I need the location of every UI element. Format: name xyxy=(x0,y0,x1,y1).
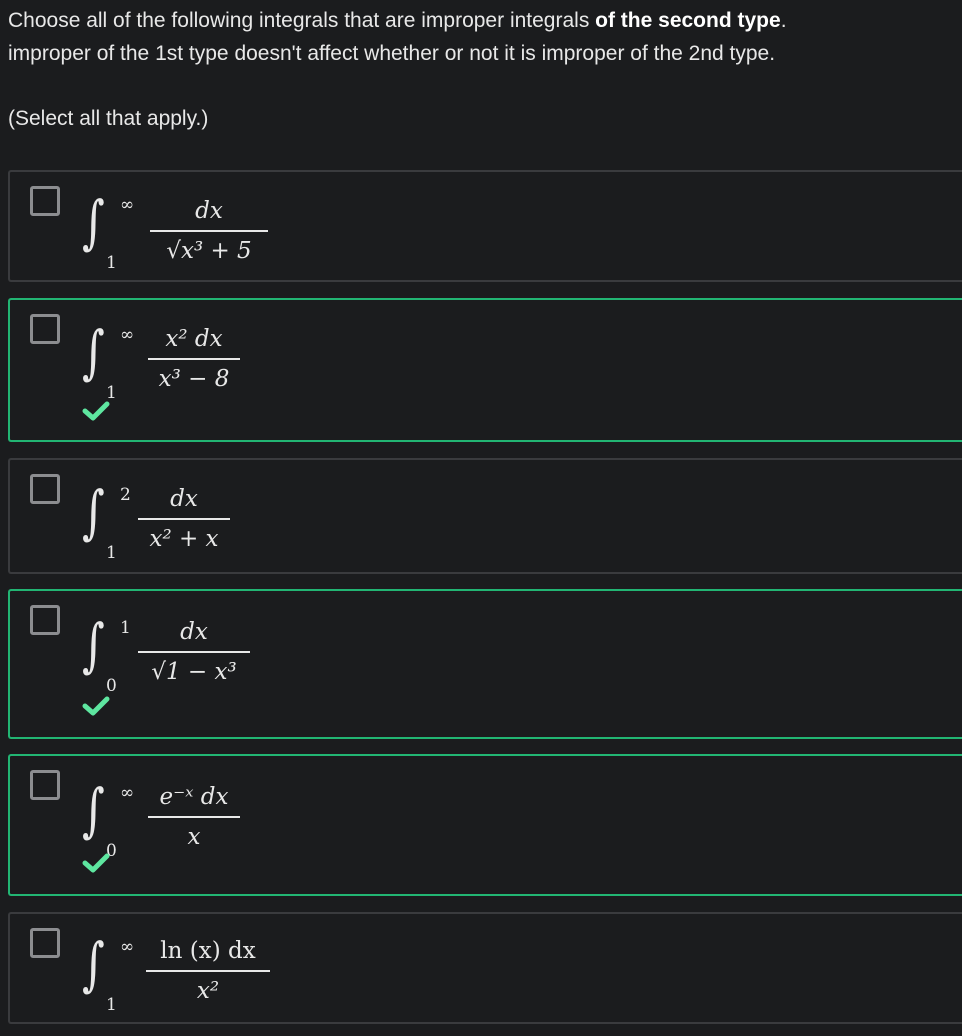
integral-expression: ∫ ∞ 0 e⁻ˣ dx x xyxy=(82,770,342,860)
answer-option-1[interactable]: ∫ ∞ 1 dx √x³ + 5 xyxy=(8,170,962,282)
upper-limit: 2 xyxy=(120,485,131,505)
upper-limit: 1 xyxy=(120,618,131,638)
fraction: dx √1 − x³ xyxy=(138,617,250,687)
lower-limit: 1 xyxy=(106,253,117,273)
numerator: e⁻ˣ dx xyxy=(159,784,229,810)
integral-sign-icon: ∫ xyxy=(82,930,105,998)
upper-limit: ∞ xyxy=(120,783,135,803)
upper-limit: ∞ xyxy=(120,937,135,957)
denominator: √1 − x³ xyxy=(151,659,237,685)
option-checkbox[interactable] xyxy=(30,314,60,344)
integral-sign-icon: ∫ xyxy=(82,188,105,256)
answer-option-5[interactable]: ∫ ∞ 0 e⁻ˣ dx x xyxy=(8,754,962,896)
answer-option-4[interactable]: ∫ 1 0 dx √1 − x³ xyxy=(8,589,962,739)
upper-limit: ∞ xyxy=(120,325,135,345)
denominator: x³ − 8 xyxy=(158,366,230,392)
integral-sign-icon: ∫ xyxy=(82,776,105,844)
integral-sign-icon: ∫ xyxy=(82,318,105,386)
answer-option-6[interactable]: ∫ ∞ 1 ln (x) dx x² xyxy=(8,912,962,1024)
checkmark-icon xyxy=(82,696,110,716)
option-checkbox[interactable] xyxy=(30,605,60,635)
fraction: ln (x) dx x² xyxy=(146,936,270,1006)
select-instruction: (Select all that apply.) xyxy=(8,107,209,130)
denominator: x xyxy=(187,824,201,850)
fraction: dx x² + x xyxy=(138,484,230,554)
denominator: x² + x xyxy=(149,526,219,552)
fraction: dx √x³ + 5 xyxy=(150,196,268,266)
integral-expression: ∫ ∞ 1 ln (x) dx x² xyxy=(82,924,342,1014)
fraction-bar xyxy=(148,358,240,360)
integral-sign-icon: ∫ xyxy=(82,478,105,546)
checkmark-icon xyxy=(82,853,110,873)
fraction-bar xyxy=(148,816,240,818)
question-prompt: Choose all of the following integrals th… xyxy=(8,4,962,70)
numerator: dx xyxy=(195,198,223,224)
integral-expression: ∫ 1 0 dx √1 − x³ xyxy=(82,605,342,695)
fraction-bar xyxy=(138,518,230,520)
upper-limit: ∞ xyxy=(120,195,135,215)
prompt-line-2: improper of the 1st type doesn't affect … xyxy=(8,42,776,65)
prompt-period: . xyxy=(780,9,787,32)
numerator: dx xyxy=(180,619,208,645)
option-checkbox[interactable] xyxy=(30,186,60,216)
prompt-emphasis: of the second type xyxy=(595,9,781,32)
numerator: dx xyxy=(170,486,198,512)
denominator: √x³ + 5 xyxy=(166,238,252,264)
integral-expression: ∫ 2 1 dx x² + x xyxy=(82,472,342,562)
option-checkbox[interactable] xyxy=(30,770,60,800)
option-checkbox[interactable] xyxy=(30,928,60,958)
integral-expression: ∫ ∞ 1 x² dx x³ − 8 xyxy=(82,312,342,402)
integral-sign-icon: ∫ xyxy=(82,611,105,679)
prompt-line-1: Choose all of the following integrals th… xyxy=(8,4,962,37)
numerator: ln (x) dx xyxy=(160,938,256,964)
lower-limit: 1 xyxy=(106,995,117,1015)
integral-expression: ∫ ∞ 1 dx √x³ + 5 xyxy=(82,182,342,272)
lower-limit: 1 xyxy=(106,543,117,563)
answer-option-2[interactable]: ∫ ∞ 1 x² dx x³ − 8 xyxy=(8,298,962,442)
numerator: x² dx xyxy=(165,326,223,352)
fraction-bar xyxy=(146,970,270,972)
lower-limit: 0 xyxy=(106,676,117,696)
fraction-bar xyxy=(138,651,250,653)
denominator: x² xyxy=(196,978,220,1004)
option-checkbox[interactable] xyxy=(30,474,60,504)
checkmark-icon xyxy=(82,401,110,421)
fraction: x² dx x³ − 8 xyxy=(148,324,240,394)
answer-option-3[interactable]: ∫ 2 1 dx x² + x xyxy=(8,458,962,574)
prompt-text: Choose all of the following integrals th… xyxy=(8,9,596,32)
fraction: e⁻ˣ dx x xyxy=(148,782,240,852)
fraction-bar xyxy=(150,230,268,232)
